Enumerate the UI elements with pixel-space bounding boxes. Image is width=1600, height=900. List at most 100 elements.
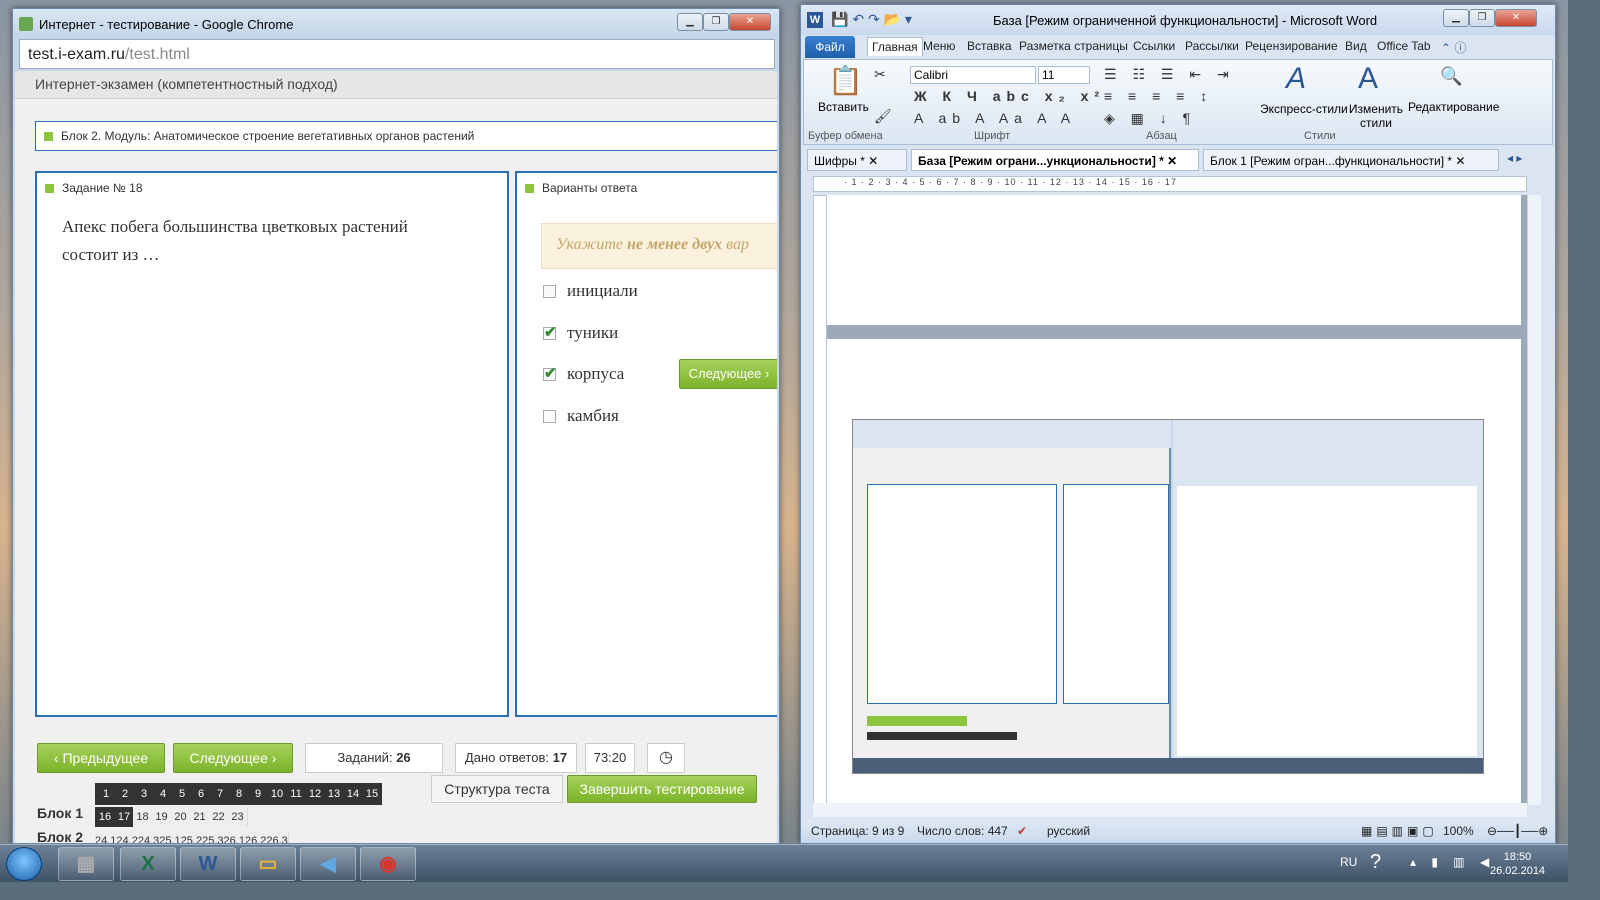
question-number[interactable]: 23 — [228, 807, 248, 827]
font-size-select[interactable]: 11 — [1038, 66, 1090, 84]
checkbox-checked[interactable]: ✔ — [543, 326, 557, 341]
checkbox-unchecked[interactable] — [543, 410, 556, 423]
word-close-button[interactable]: ✕ — [1495, 9, 1537, 27]
address-bar[interactable]: test.i-exam.ru/test.html — [19, 39, 775, 69]
answer-option[interactable]: камбия — [543, 406, 619, 426]
help-icon[interactable]: ⌃ ⓘ — [1441, 39, 1466, 56]
format-painter-icon[interactable]: 🖌 — [874, 108, 892, 125]
question-number[interactable]: 26.1 — [223, 831, 246, 843]
question-number[interactable]: 14 — [343, 784, 363, 804]
prev-button[interactable]: ‹ Предыдущее — [37, 743, 165, 773]
word-maximize-button[interactable]: ❐ — [1469, 9, 1495, 27]
paste-icon[interactable]: 📋 — [828, 64, 863, 97]
tab-insert[interactable]: Вставка — [967, 39, 1012, 53]
question-number[interactable]: 6 — [191, 784, 211, 804]
question-number[interactable]: 25.3 — [202, 831, 225, 843]
question-number[interactable]: 26.3 — [266, 831, 289, 843]
question-number[interactable]: 25.2 — [180, 831, 204, 843]
start-button[interactable] — [6, 847, 42, 881]
question-number[interactable]: 20 — [171, 807, 191, 827]
question-number[interactable]: 16 — [95, 807, 115, 827]
font-name-select[interactable]: Calibri — [910, 66, 1036, 84]
doc-tab-baza[interactable]: База [Режим ограни...ункциональности] * … — [911, 149, 1199, 171]
status-language[interactable]: русский — [1047, 824, 1090, 838]
question-number[interactable]: 26.2 — [244, 831, 268, 843]
question-number[interactable]: 11 — [286, 784, 306, 804]
question-number[interactable]: 24.2 — [116, 831, 139, 843]
question-number[interactable]: 5 — [172, 784, 192, 804]
question-number[interactable]: 18 — [133, 807, 153, 827]
language-indicator[interactable]: RU — [1340, 855, 1357, 869]
zoom-level[interactable]: 100% — [1443, 824, 1474, 838]
question-number[interactable]: 24.3 — [137, 831, 161, 843]
tab-mailings[interactable]: Рассылки — [1185, 39, 1239, 53]
bold-italic-underline-icons[interactable]: Ж К Ч abc x₂ x² — [914, 88, 1105, 104]
checkbox-checked[interactable]: ✔ — [543, 367, 557, 382]
view-mode-icons[interactable]: ▦▤▥▣▢ — [1361, 824, 1438, 838]
tab-office-tab[interactable]: Office Tab — [1377, 39, 1431, 53]
chrome-icon[interactable]: ◉ — [360, 847, 416, 881]
word-minimize-button[interactable]: ▁ — [1443, 9, 1469, 27]
question-number[interactable]: 4 — [153, 784, 173, 804]
horizontal-scrollbar[interactable] — [813, 803, 1527, 817]
minimize-button[interactable]: ▁ — [677, 13, 703, 31]
finish-button[interactable]: Завершить тестирование — [567, 775, 757, 803]
question-number[interactable]: 13 — [324, 784, 344, 804]
maximize-button[interactable]: ❐ — [703, 13, 729, 31]
shading-border-icons[interactable]: ◈ ▦ ↓ ¶ — [1104, 110, 1196, 127]
question-number[interactable]: 3 — [134, 784, 154, 804]
express-styles-label[interactable]: Экспресс-стили — [1260, 102, 1348, 116]
calculator-icon[interactable]: ▦ — [58, 847, 114, 881]
express-styles-icon[interactable]: A — [1286, 62, 1306, 96]
structure-button[interactable]: Структура теста — [431, 775, 563, 803]
tab-review[interactable]: Рецензирование — [1245, 39, 1338, 53]
editing-label[interactable]: Редактирование — [1408, 100, 1499, 114]
question-number[interactable]: 15 — [362, 784, 382, 804]
quick-access-icons[interactable]: 💾 ↶ ↷ 📂 ▾ — [831, 11, 912, 28]
excel-icon[interactable]: X — [120, 847, 176, 881]
change-styles-icon[interactable]: A — [1358, 62, 1378, 96]
question-number[interactable]: 9 — [248, 784, 268, 804]
question-number[interactable]: 17 — [114, 807, 134, 827]
doc-tab-shifry[interactable]: Шифры * ✕ — [807, 149, 907, 171]
next-button[interactable]: Следующее › — [173, 743, 293, 773]
cut-icon[interactable]: ✂ — [874, 66, 886, 83]
tab-home[interactable]: Главная — [867, 37, 923, 56]
tab-menu[interactable]: Меню — [923, 39, 955, 53]
question-number[interactable]: 22 — [209, 807, 229, 827]
tab-layout[interactable]: Разметка страницы — [1019, 39, 1128, 53]
answer-option[interactable]: инициали — [543, 281, 638, 301]
text-color-icons[interactable]: A ab A Aa A A — [914, 110, 1076, 126]
question-number[interactable]: 19 — [152, 807, 172, 827]
doc-tab-blok1[interactable]: Блок 1 [Режим огран...функциональности] … — [1203, 149, 1499, 171]
question-number[interactable]: 12 — [305, 784, 325, 804]
find-icon[interactable]: 🔍 — [1440, 66, 1462, 87]
media-player-icon[interactable]: ◀ — [300, 847, 356, 881]
spellcheck-icon[interactable]: ✔ — [1017, 824, 1027, 838]
question-number[interactable]: 10 — [267, 784, 287, 804]
question-number[interactable]: 7 — [210, 784, 230, 804]
question-number[interactable]: 1 — [96, 784, 116, 804]
clock-icon[interactable]: ◷ — [647, 743, 685, 773]
status-words[interactable]: Число слов: 447 — [917, 824, 1008, 838]
status-page[interactable]: Страница: 9 из 9 — [811, 824, 904, 838]
align-icons[interactable]: ≡ ≡ ≡ ≡ ↕ — [1104, 88, 1213, 104]
tab-view[interactable]: Вид — [1345, 39, 1367, 53]
word-icon[interactable]: W — [180, 847, 236, 881]
vertical-scrollbar[interactable] — [1527, 195, 1541, 805]
zoom-slider[interactable]: ⊖──┃──⊕ — [1487, 824, 1548, 838]
question-number[interactable]: 8 — [229, 784, 249, 804]
close-button[interactable]: ✕ — [729, 13, 771, 31]
list-icons[interactable]: ☰ ☷ ☰ ⇤ ⇥ — [1104, 66, 1235, 83]
change-styles-label[interactable]: Изменить стили — [1346, 102, 1406, 130]
tab-references[interactable]: Ссылки — [1133, 39, 1175, 53]
question-number[interactable]: 25.1 — [159, 831, 182, 843]
clock[interactable]: 18:50 26.02.2014 — [1490, 850, 1545, 878]
explorer-folder-icon[interactable]: ▭ — [240, 847, 296, 881]
tab-scroll-arrows-icon[interactable]: ◂ ▸ — [1507, 151, 1522, 165]
question-number[interactable]: 24.1 — [95, 831, 118, 843]
answer-option[interactable]: ✔ туники — [543, 323, 618, 343]
next-inline-button[interactable]: Следующее › — [679, 359, 777, 389]
checkbox-unchecked[interactable] — [543, 285, 556, 298]
tab-file[interactable]: Файл — [805, 36, 855, 58]
